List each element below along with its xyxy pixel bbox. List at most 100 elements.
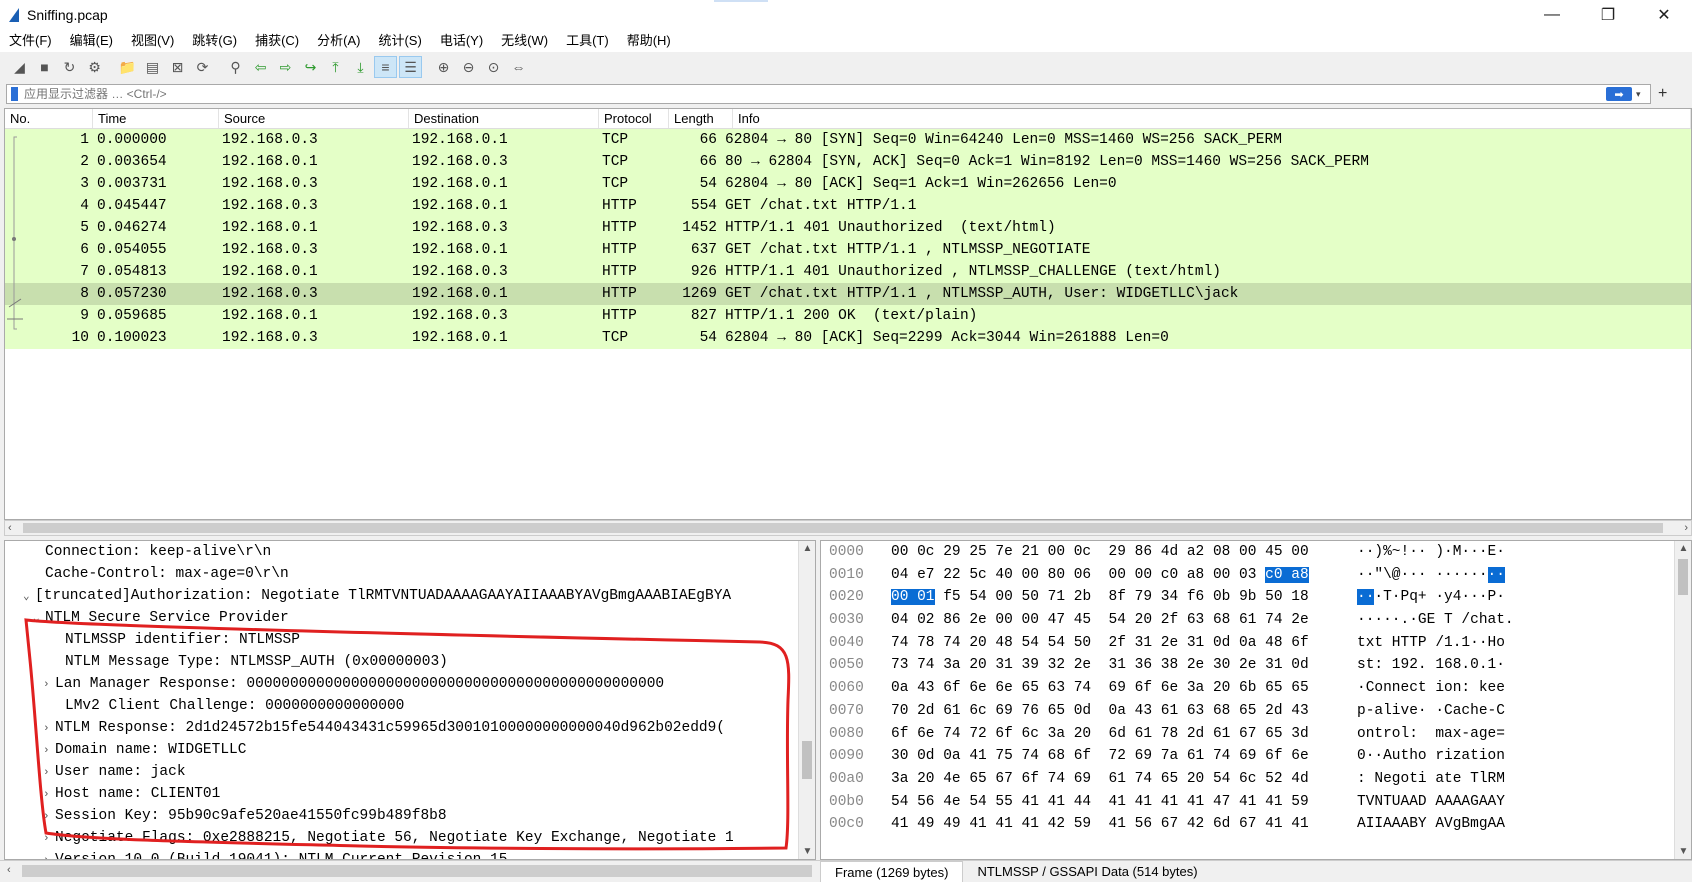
display-filter-input[interactable] <box>24 87 1606 101</box>
hex-ascii[interactable]: txt HTTP /1.1··Ho <box>1353 632 1505 655</box>
menu-item[interactable]: 跳转(G) <box>183 30 246 52</box>
scroll-right-icon[interactable]: › <box>1684 521 1688 535</box>
expander-icon[interactable]: ⌄ <box>23 586 35 607</box>
column-header[interactable]: Length <box>669 109 733 128</box>
menu-item[interactable]: 无线(W) <box>492 30 557 52</box>
detail-line[interactable]: LMv2 Client Challenge: 0000000000000000 <box>5 695 815 717</box>
ascii-highlight[interactable]: ·· <box>1487 566 1505 583</box>
packet-row[interactable]: 3 0.003731 192.168.0.3 192.168.0.1 TCP 54 6280… <box>5 173 1691 195</box>
restart-icon[interactable]: ↻ <box>58 56 81 78</box>
expander-icon[interactable]: › <box>43 740 55 761</box>
hex-bytes[interactable]: 30 0d 0a 41 75 74 68 6f 72 69 7a 61 74 6… <box>883 745 1353 768</box>
hex-line[interactable]: 00a0 3a 20 4e 65 67 6f 74 69 61 74 65 20 … <box>821 768 1691 791</box>
hex-ascii[interactable]: ··"\@··· ········ <box>1353 564 1505 587</box>
add-filter-button[interactable]: + <box>1658 85 1667 103</box>
hex-ascii[interactable]: TVNTUAAD AAAAGAAY <box>1353 791 1505 814</box>
hex-line[interactable]: 0010 04 e7 22 5c 40 00 80 06 00 00 c0 a8 … <box>821 564 1691 587</box>
go-first-icon[interactable]: ⤒ <box>324 56 347 78</box>
menu-item[interactable]: 统计(S) <box>369 30 430 52</box>
column-header[interactable]: Time <box>93 109 219 128</box>
detail-line[interactable]: Cache-Control: max-age=0\r\n <box>5 563 815 585</box>
hex-ascii[interactable]: st: 192. 168.0.1· <box>1353 654 1505 677</box>
hex-byte-highlight[interactable]: 00 01 <box>891 589 935 606</box>
hex-line[interactable]: 0040 74 78 74 20 48 54 54 50 2f 31 2e 31 … <box>821 632 1691 655</box>
hex-line[interactable]: 00b0 54 56 4e 54 55 41 41 44 41 41 41 41 … <box>821 791 1691 814</box>
detail-line[interactable]: Connection: keep-alive\r\n <box>5 541 815 563</box>
detail-line[interactable]: ⌄ [truncated]Authorization: Negotiate TlR… <box>5 585 815 607</box>
packet-row[interactable]: 6 0.054055 192.168.0.3 192.168.0.1 HTTP 637 GE… <box>5 239 1691 261</box>
detail-line[interactable]: ⌄ NTLM Secure Service Provider <box>5 607 815 629</box>
hex-bytes[interactable]: 70 2d 61 6c 69 76 65 0d 0a 43 61 63 68 6… <box>883 700 1353 723</box>
hex-ascii[interactable]: ··)%~!·· )·M···E· <box>1353 541 1505 564</box>
column-header[interactable]: Destination <box>409 109 599 128</box>
expander-icon[interactable]: ⌄ <box>33 608 45 629</box>
hex-ascii[interactable]: ontrol: max-age= <box>1353 723 1505 746</box>
ascii-highlight[interactable]: ·· <box>1357 589 1375 606</box>
details-vscroll[interactable]: ▲ ▼ <box>798 541 815 859</box>
hex-line[interactable]: 0000 00 0c 29 25 7e 21 00 0c 29 86 4d a2 … <box>821 541 1691 564</box>
hex-ascii[interactable]: p-alive· ·Cache-C <box>1353 700 1505 723</box>
details-hscroll[interactable]: ‹ <box>4 861 816 882</box>
save-file-icon[interactable]: ▤ <box>141 56 164 78</box>
go-to-packet-icon[interactable]: ↪ <box>299 56 322 78</box>
hex-bytes[interactable]: 0a 43 6f 6e 6e 65 63 74 69 6f 6e 3a 20 6… <box>883 677 1353 700</box>
hex-bytes[interactable]: 41 49 49 41 41 41 42 59 41 56 67 42 6d 6… <box>883 813 1353 836</box>
packet-list-hscroll[interactable]: ‹ › <box>4 520 1692 536</box>
hex-byte-highlight[interactable]: c0 a8 <box>1265 566 1309 583</box>
hex-line[interactable]: 0020 00 01 f5 54 00 50 71 2b 8f 79 34 f6 … <box>821 586 1691 609</box>
detail-line[interactable]: › Host name: CLIENT01 <box>5 783 815 805</box>
packet-row[interactable]: 5 0.046274 192.168.0.1 192.168.0.3 HTTP 1452 H… <box>5 217 1691 239</box>
detail-line[interactable]: › Negotiate Flags: 0xe2888215, Negotiate … <box>5 827 815 849</box>
autoscroll-icon[interactable]: ≡ <box>374 56 397 78</box>
expander-icon[interactable]: › <box>43 762 55 783</box>
menu-item[interactable]: 电话(Y) <box>431 30 492 52</box>
column-header[interactable]: Protocol <box>599 109 669 128</box>
column-header[interactable]: Source <box>219 109 409 128</box>
zoom-out-icon[interactable]: ⊖ <box>457 56 480 78</box>
scroll-down-icon[interactable]: ▼ <box>1675 846 1691 857</box>
packet-row[interactable]: 9 0.059685 192.168.0.1 192.168.0.3 HTTP 827 HT… <box>5 305 1691 327</box>
packet-row[interactable]: 1 0.000000 192.168.0.3 192.168.0.1 TCP 66 6280… <box>5 129 1691 151</box>
open-file-icon[interactable]: 📁 <box>116 56 139 78</box>
colorize-icon[interactable]: ☰ <box>399 56 422 78</box>
hex-ascii[interactable]: 0··Autho rization <box>1353 745 1505 768</box>
zoom-normal-icon[interactable]: ⊙ <box>482 56 505 78</box>
column-header[interactable]: No. <box>5 109 93 128</box>
packet-row[interactable]: 10 0.100023 192.168.0.3 192.168.0.1 TCP 54 628… <box>5 327 1691 349</box>
find-packet-icon[interactable]: ⚲ <box>224 56 247 78</box>
maximize-button[interactable]: ❐ <box>1580 0 1636 30</box>
capture-options-icon[interactable]: ⚙ <box>83 56 106 78</box>
hex-ascii[interactable]: : Negoti ate TlRM <box>1353 768 1505 791</box>
hex-line[interactable]: 0030 04 02 86 2e 00 00 47 45 54 20 2f 63 … <box>821 609 1691 632</box>
close-button[interactable]: ✕ <box>1636 0 1692 30</box>
expander-icon[interactable]: › <box>43 718 55 739</box>
apply-filter-button[interactable]: ➡ <box>1606 87 1632 101</box>
hex-ascii[interactable]: ·····.·GE T /chat. <box>1353 609 1514 632</box>
hex-bytes[interactable]: 3a 20 4e 65 67 6f 74 69 61 74 65 20 54 6… <box>883 768 1353 791</box>
expander-icon[interactable]: › <box>43 674 55 695</box>
menu-item[interactable]: 工具(T) <box>557 30 618 52</box>
detail-line[interactable]: NTLMSSP identifier: NTLMSSP <box>5 629 815 651</box>
menu-item[interactable]: 文件(F) <box>0 30 61 52</box>
detail-line[interactable]: › User name: jack <box>5 761 815 783</box>
zoom-in-icon[interactable]: ⊕ <box>432 56 455 78</box>
hex-bytes[interactable]: 04 02 86 2e 00 00 47 45 54 20 2f 63 68 6… <box>883 609 1353 632</box>
tab-ntlmssp-bytes[interactable]: NTLMSSP / GSSAPI Data (514 bytes) <box>963 861 1211 882</box>
reload-icon[interactable]: ⟳ <box>191 56 214 78</box>
expander-icon[interactable]: › <box>43 784 55 805</box>
bytes-vscroll[interactable]: ▲ ▼ <box>1674 541 1691 859</box>
hex-ascii[interactable]: ·Connect ion: kee <box>1353 677 1505 700</box>
bookmark-icon[interactable] <box>11 87 18 101</box>
detail-line[interactable]: › Session Key: 95b90c9afe520ae41550fc99b4… <box>5 805 815 827</box>
hex-bytes[interactable]: 54 56 4e 54 55 41 41 44 41 41 41 41 47 4… <box>883 791 1353 814</box>
expander-icon[interactable]: › <box>43 806 55 827</box>
hex-bytes[interactable]: 04 e7 22 5c 40 00 80 06 00 00 c0 a8 00 0… <box>883 564 1353 587</box>
column-header[interactable]: Info <box>733 109 1691 128</box>
menu-item[interactable]: 编辑(E) <box>61 30 122 52</box>
detail-line[interactable]: ›Version 10.0 (Build 19041); NTLM Curren… <box>5 849 815 859</box>
hex-bytes[interactable]: 00 01 f5 54 00 50 71 2b 8f 79 34 f6 0b 9… <box>883 586 1353 609</box>
hex-line[interactable]: 0060 0a 43 6f 6e 6e 65 63 74 69 6f 6e 3a … <box>821 677 1691 700</box>
scroll-up-icon[interactable]: ▲ <box>799 543 815 554</box>
hex-line[interactable]: 0070 70 2d 61 6c 69 76 65 0d 0a 43 61 63 … <box>821 700 1691 723</box>
go-last-icon[interactable]: ⤓ <box>349 56 372 78</box>
